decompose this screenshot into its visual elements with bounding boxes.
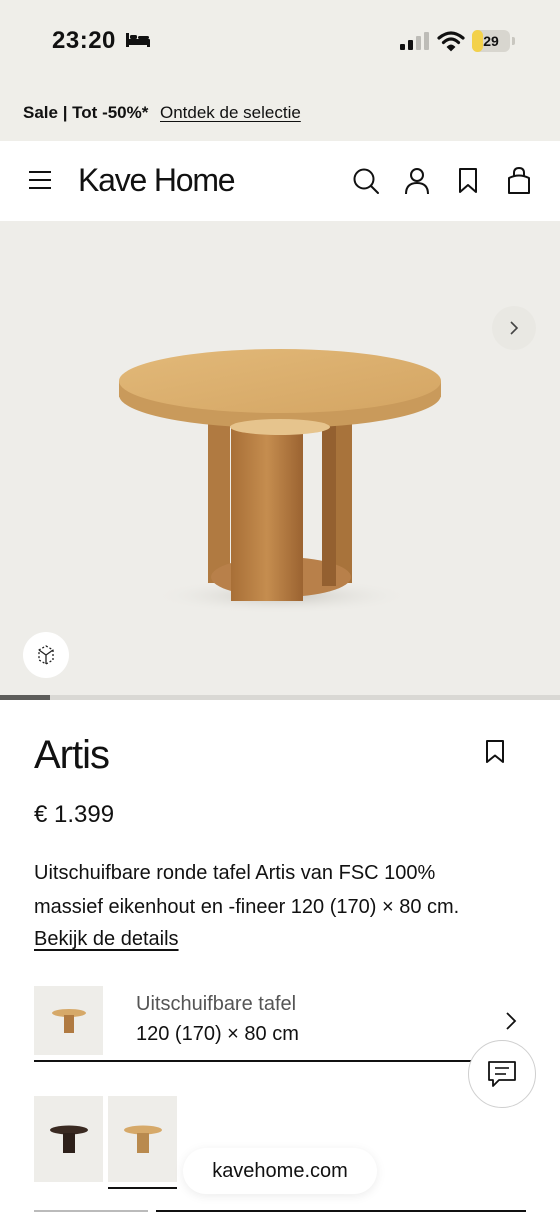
product-title: Artis (34, 733, 110, 777)
account-icon (405, 168, 429, 195)
promo-text: Sale | Tot -50%* (23, 103, 149, 122)
status-bar: 23:20 29 (0, 0, 560, 88)
promo-banner: Sale | Tot -50%* Ontdek de selectie (0, 88, 560, 141)
dark-table-image (49, 1125, 88, 1153)
gallery-progress (0, 695, 560, 700)
wishlist-icon (459, 168, 477, 193)
variant-value: 120 (170) × 80 cm (136, 1023, 299, 1045)
battery-level: 29 (483, 33, 499, 49)
color-swatch-natural[interactable] (108, 1096, 177, 1182)
battery-icon: 29 (472, 30, 510, 52)
battery-cap (512, 37, 515, 45)
promo-link[interactable]: Ontdek de selectie (160, 103, 301, 123)
selected-swatch-indicator (108, 1187, 177, 1189)
chat-button[interactable] (468, 1040, 536, 1108)
view-360-button[interactable] (23, 632, 69, 678)
variant-thumbnail (34, 986, 103, 1055)
cart-icon (508, 167, 530, 194)
gallery-progress-fill (0, 695, 51, 700)
natural-table-image (123, 1125, 162, 1153)
chevron-right-icon (510, 321, 519, 335)
next-image-button[interactable] (492, 306, 536, 350)
status-time: 23:20 (52, 27, 116, 54)
site-header: Kave Home (0, 141, 560, 221)
product-price: € 1.399 (34, 801, 115, 828)
view-360-icon (38, 645, 54, 665)
view-details-link[interactable]: Bekijk de details (34, 928, 179, 951)
color-swatch-dark[interactable] (34, 1096, 103, 1182)
search-icon (353, 168, 379, 194)
search-button[interactable] (350, 165, 382, 197)
account-button[interactable] (401, 165, 433, 197)
chevron-right-icon (506, 1012, 517, 1030)
table-thumbnail-image (51, 1008, 86, 1033)
divider (34, 1210, 148, 1212)
signal-icon (400, 32, 429, 50)
product-gallery[interactable] (0, 221, 560, 695)
brand-logo[interactable]: Kave Home (78, 162, 236, 199)
product-description: Uitschuifbare ronde tafel Artis van FSC … (34, 862, 460, 918)
browser-url-bar[interactable]: kavehome.com (183, 1148, 377, 1194)
menu-icon[interactable] (28, 169, 52, 191)
variant-label: Uitschuifbare tafel (136, 993, 297, 1015)
browser-url: kavehome.com (212, 1159, 348, 1182)
chat-icon (488, 1061, 516, 1087)
wishlist-button[interactable] (452, 165, 484, 197)
divider (156, 1210, 526, 1212)
cart-button[interactable] (503, 165, 535, 197)
product-image (119, 349, 441, 614)
variant-selector[interactable]: Uitschuifbare tafel 120 (170) × 80 cm (34, 986, 526, 1062)
wifi-icon (437, 31, 465, 52)
bed-icon (126, 33, 150, 47)
add-to-wishlist-icon[interactable] (484, 739, 506, 765)
